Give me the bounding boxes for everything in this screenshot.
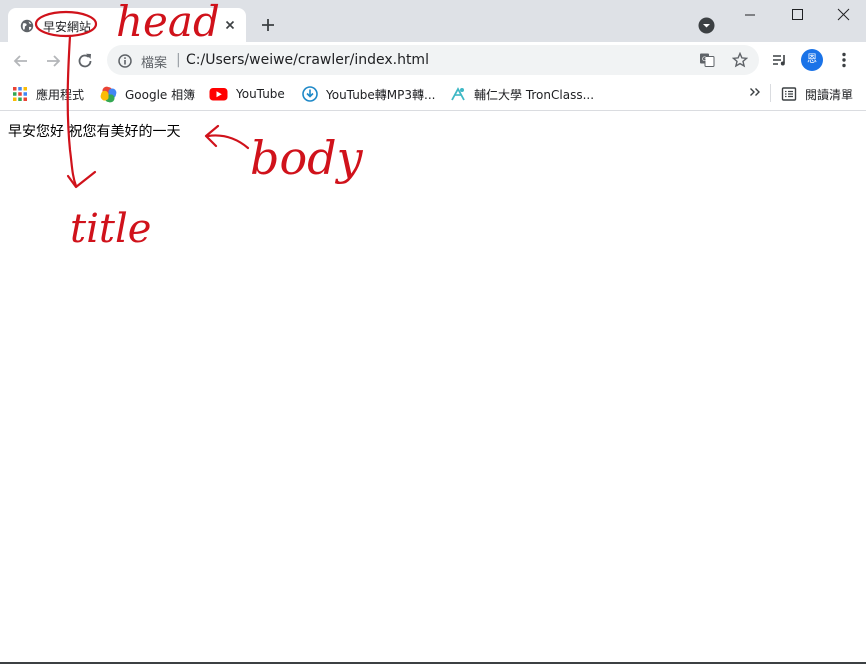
back-arrow-icon[interactable] — [11, 51, 31, 71]
bookmark-label: YouTube — [236, 87, 285, 101]
new-tab-icon[interactable] — [259, 16, 277, 34]
address-bar[interactable]: 檔案 | C:/Users/weiwe/crawler/index.html G — [107, 45, 759, 75]
chevron-double-right-icon[interactable] — [748, 84, 762, 100]
window-close-icon[interactable] — [831, 5, 855, 25]
tronclass-icon — [451, 87, 465, 101]
reading-list[interactable]: 閱讀清單 — [781, 84, 853, 104]
apps-grid-icon — [13, 87, 27, 101]
bookmark-youtube-mp3[interactable]: YouTube轉MP3轉... — [302, 84, 435, 104]
tab[interactable]: 早安網站 — [8, 8, 246, 42]
maximize-icon[interactable] — [785, 5, 809, 25]
forward-arrow-icon[interactable] — [43, 51, 63, 71]
avatar[interactable]: 恩 — [801, 49, 823, 71]
bookmark-apps[interactable]: 應用程式 — [12, 84, 84, 104]
tab-search-icon[interactable] — [698, 17, 715, 34]
body-text: 早安您好 祝您有美好的一天 — [8, 124, 181, 140]
star-icon[interactable] — [731, 51, 749, 68]
url-text[interactable]: C:/Users/weiwe/crawler/index.html — [186, 52, 429, 68]
globe-icon — [20, 18, 34, 33]
scheme-divider: | — [176, 52, 181, 68]
translate-icon[interactable]: G — [699, 52, 715, 68]
bookmark-label: Google 相簿 — [125, 87, 196, 102]
info-icon[interactable] — [118, 53, 132, 68]
tab-title: 早安網站 — [43, 20, 92, 34]
minimize-icon[interactable] — [738, 5, 762, 25]
more-menu-icon[interactable] — [836, 51, 852, 69]
bookmarks-divider — [770, 84, 771, 102]
bookmarks-bar: 應用程式 Google 相簿 YouTube YouTube轉MP3轉... 輔… — [0, 78, 866, 111]
bookmark-youtube[interactable]: YouTube — [209, 84, 285, 104]
reading-list-label: 閱讀清單 — [805, 87, 854, 102]
bookmark-label: 輔仁大學 TronClass... — [474, 87, 595, 102]
reload-icon[interactable] — [75, 51, 95, 71]
bookmark-google-photos[interactable]: Google 相簿 — [100, 84, 195, 104]
media-playlist-icon[interactable] — [771, 51, 789, 69]
download-icon — [302, 86, 318, 102]
svg-text:G: G — [702, 56, 707, 63]
bookmark-label: YouTube轉MP3轉... — [326, 87, 436, 102]
scheme-label: 檔案 — [141, 56, 168, 71]
page-viewport: 早安您好 祝您有美好的一天 — [0, 111, 866, 662]
reading-list-icon — [781, 87, 797, 101]
bookmark-tronclass[interactable]: 輔仁大學 TronClass... — [450, 84, 594, 104]
tab-strip: 早安網站 — [0, 0, 866, 42]
close-icon[interactable] — [222, 17, 238, 33]
bookmark-label: 應用程式 — [36, 87, 85, 102]
youtube-icon — [209, 88, 228, 101]
google-photos-icon — [100, 86, 117, 102]
